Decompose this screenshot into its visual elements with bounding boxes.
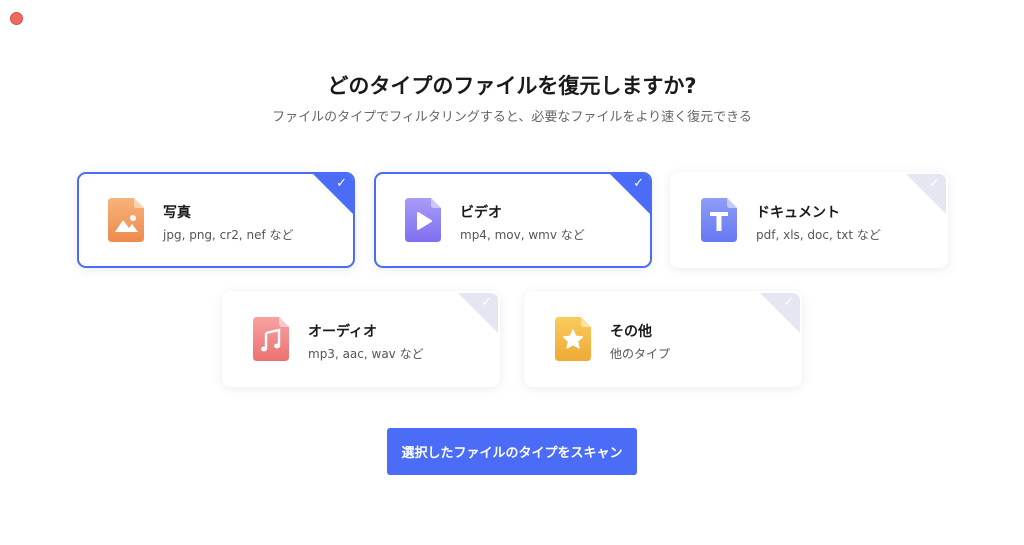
- file-type-desc: 他のタイプ: [610, 347, 671, 361]
- file-type-name: オーディオ: [308, 324, 378, 340]
- selection-corner: [610, 174, 650, 214]
- page-title: どのタイプのファイルを復元しますか?: [327, 74, 697, 98]
- file-type-card-audio[interactable]: ✓ オーディオ mp3, aac, wav など: [222, 291, 500, 387]
- music-icon: [253, 317, 289, 361]
- selection-corner: [906, 174, 946, 214]
- text-icon: [701, 198, 737, 242]
- check-icon: ✓: [929, 176, 940, 191]
- check-icon: ✓: [481, 295, 492, 310]
- page-subtitle: ファイルのタイプでフィルタリングすると、必要なファイルをより速く復元できる: [272, 110, 752, 125]
- image-icon: [108, 198, 144, 242]
- scan-button[interactable]: 選択したファイルのタイプをスキャン: [387, 428, 637, 475]
- window-close-button[interactable]: [10, 12, 23, 25]
- file-type-desc: jpg, png, cr2, nef など: [163, 228, 294, 242]
- file-type-card-photo[interactable]: ✓ 写真 jpg, png, cr2, nef など: [77, 172, 355, 268]
- file-type-name: ドキュメント: [756, 205, 840, 221]
- check-icon: ✓: [783, 295, 794, 310]
- file-type-name: ビデオ: [460, 205, 502, 221]
- file-type-card-document[interactable]: ✓ ドキュメント pdf, xls, doc, txt など: [670, 172, 948, 268]
- star-icon: [555, 317, 591, 361]
- selection-corner: [458, 293, 498, 333]
- selection-corner: [760, 293, 800, 333]
- file-type-desc: pdf, xls, doc, txt など: [756, 228, 881, 242]
- file-type-card-other[interactable]: ✓ その他 他のタイプ: [524, 291, 802, 387]
- file-type-desc: mp4, mov, wmv など: [460, 228, 585, 242]
- selection-corner: [313, 174, 353, 214]
- file-type-name: その他: [610, 324, 652, 340]
- check-icon: ✓: [633, 176, 644, 191]
- play-icon: [405, 198, 441, 242]
- file-type-desc: mp3, aac, wav など: [308, 347, 424, 361]
- file-type-name: 写真: [163, 205, 191, 221]
- file-type-card-video[interactable]: ✓ ビデオ mp4, mov, wmv など: [374, 172, 652, 268]
- check-icon: ✓: [336, 176, 347, 191]
